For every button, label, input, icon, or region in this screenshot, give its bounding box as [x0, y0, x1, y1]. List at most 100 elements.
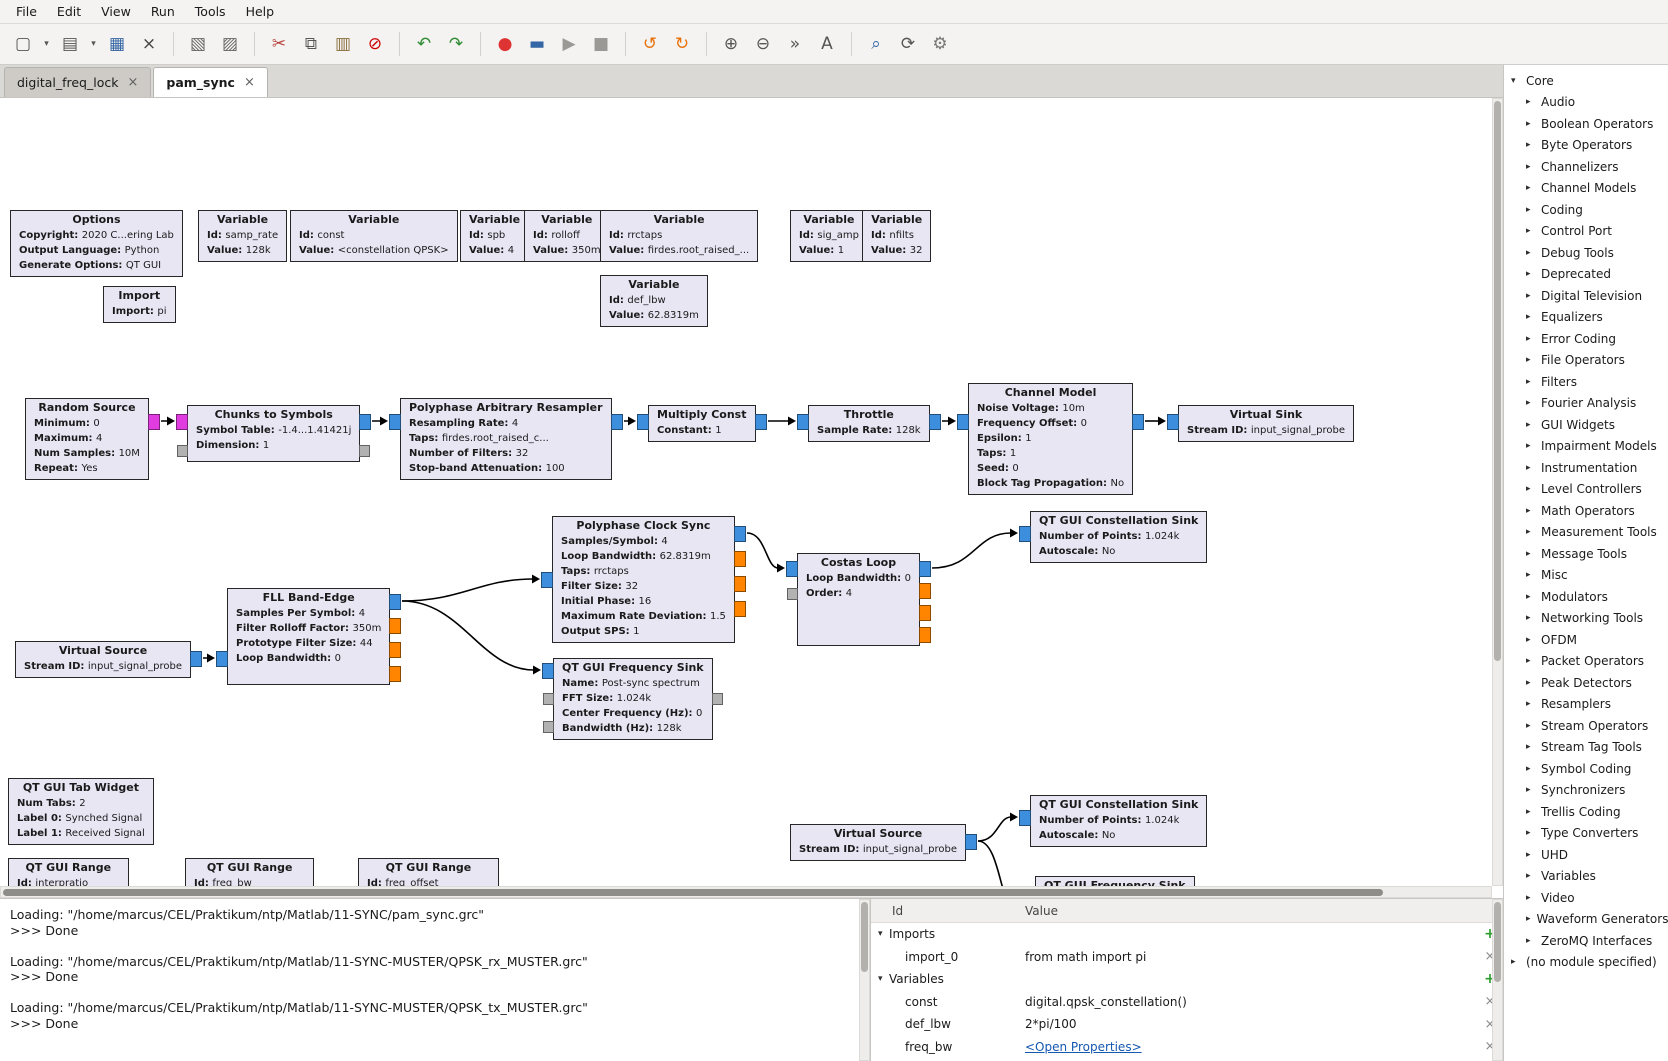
- block-multiply_const[interactable]: Multiply ConstConstant: 1: [648, 405, 756, 442]
- menu-view[interactable]: View: [91, 1, 141, 22]
- block-qt_freq_sink_1[interactable]: QT GUI Frequency SinkName: Post-sync spe…: [553, 658, 713, 740]
- block-var_rrctaps[interactable]: VariableId: rrctapsValue: firdes.root_ra…: [600, 210, 758, 262]
- palette-category-channel-models[interactable]: ▸Channel Models: [1504, 178, 1668, 200]
- block-qt_range_freq_offset[interactable]: QT GUI RangeId: freq_offsetLabel: Freque…: [358, 858, 499, 886]
- variable-panel-scrollbar[interactable]: [1492, 899, 1503, 1061]
- stream-port[interactable]: [1132, 414, 1144, 430]
- tab-pam-sync[interactable]: pam_sync×: [153, 67, 267, 97]
- palette-category-variables[interactable]: ▸Variables: [1504, 866, 1668, 888]
- stream-port[interactable]: [734, 526, 746, 542]
- rotate-cw-button[interactable]: ↻: [667, 29, 697, 59]
- block-channel_model[interactable]: Channel ModelNoise Voltage: 10mFrequency…: [968, 383, 1133, 495]
- block-var_def_lbw[interactable]: VariableId: def_lbwValue: 62.8319m: [600, 275, 708, 327]
- block-options[interactable]: OptionsCopyright: 2020 C...ering LabOutp…: [10, 210, 183, 277]
- palette-category-stream-tag-tools[interactable]: ▸Stream Tag Tools: [1504, 737, 1668, 759]
- canvas-vertical-scrollbar[interactable]: [1492, 98, 1503, 886]
- canvas-horizontal-scrollbar[interactable]: [0, 886, 1492, 898]
- block-import0[interactable]: ImportImport: pi: [103, 286, 176, 323]
- close-button[interactable]: ×: [134, 29, 164, 59]
- stream-port[interactable]: [1019, 526, 1031, 542]
- block-pfb_arb_resampler[interactable]: Polyphase Arbitrary ResamplerResampling …: [400, 398, 612, 480]
- new-flowgraph-dropdown[interactable]: ▾: [40, 29, 53, 59]
- scrollbar-thumb[interactable]: [1494, 101, 1501, 661]
- palette-category-gui-widgets[interactable]: ▸GUI Widgets: [1504, 414, 1668, 436]
- block-throttle[interactable]: ThrottleSample Rate: 128k: [808, 405, 930, 442]
- message-port[interactable]: [787, 588, 798, 600]
- palette-category-uhd[interactable]: ▸UHD: [1504, 844, 1668, 866]
- palette-category-video[interactable]: ▸Video: [1504, 887, 1668, 909]
- find-block-button[interactable]: ⌕: [861, 29, 891, 59]
- block-var_rolloff[interactable]: VariableId: rolloffValue: 350m: [524, 210, 610, 262]
- block-qt_range_freq_bw[interactable]: QT GUI RangeId: freq_bwLabel: FLL Bandwi…: [185, 858, 314, 886]
- console-scrollbar[interactable]: [859, 899, 870, 1061]
- new-flowgraph-button[interactable]: ▢: [8, 29, 38, 59]
- palette-category-stream-operators[interactable]: ▸Stream Operators: [1504, 715, 1668, 737]
- open-flowgraph-dropdown[interactable]: ▾: [87, 29, 100, 59]
- stream-port[interactable]: [797, 414, 809, 430]
- message-port[interactable]: [543, 693, 554, 705]
- palette-category-filters[interactable]: ▸Filters: [1504, 371, 1668, 393]
- menu-file[interactable]: File: [6, 1, 47, 22]
- palette-category-debug-tools[interactable]: ▸Debug Tools: [1504, 242, 1668, 264]
- rotate-ccw-button[interactable]: ↺: [635, 29, 665, 59]
- palette-category-peak-detectors[interactable]: ▸Peak Detectors: [1504, 672, 1668, 694]
- palette-category-channelizers[interactable]: ▸Channelizers: [1504, 156, 1668, 178]
- block-var_const[interactable]: VariableId: constValue: <constellation Q…: [290, 210, 458, 262]
- stream-port[interactable]: [389, 618, 401, 634]
- open-flowgraph-button[interactable]: ▤: [55, 29, 85, 59]
- tab-close-icon[interactable]: ×: [244, 75, 255, 90]
- block-qt_const_sink_1[interactable]: QT GUI Constellation SinkNumber of Point…: [1030, 511, 1207, 563]
- stream-port[interactable]: [216, 651, 228, 667]
- open-properties-link[interactable]: <Open Properties>: [1025, 1040, 1477, 1054]
- block-pfb_clock_sync[interactable]: Polyphase Clock SyncSamples/Symbol: 4Loo…: [552, 516, 735, 643]
- copy-button[interactable]: ⧉: [296, 29, 326, 59]
- undo-button[interactable]: ↶: [409, 29, 439, 59]
- palette-category-byte-operators[interactable]: ▸Byte Operators: [1504, 135, 1668, 157]
- message-port[interactable]: [712, 693, 723, 705]
- palette-category-packet-operators[interactable]: ▸Packet Operators: [1504, 651, 1668, 673]
- redo-button[interactable]: ↷: [441, 29, 471, 59]
- palette-category-deprecated[interactable]: ▸Deprecated: [1504, 264, 1668, 286]
- block-random_source[interactable]: Random SourceMinimum: 0Maximum: 4Num Sam…: [25, 398, 149, 480]
- stream-port[interactable]: [734, 551, 746, 567]
- stream-port[interactable]: [359, 414, 371, 430]
- block-qt_freq_sink_2[interactable]: QT GUI Frequency SinkName: Received spec…: [1035, 876, 1195, 886]
- stream-port[interactable]: [734, 576, 746, 592]
- connection[interactable]: [747, 533, 778, 568]
- palette-category-waveform-generators[interactable]: ▸Waveform Generators: [1504, 909, 1668, 931]
- menu-edit[interactable]: Edit: [47, 1, 91, 22]
- palette-category-digital-television[interactable]: ▸Digital Television: [1504, 285, 1668, 307]
- menu-run[interactable]: Run: [141, 1, 185, 22]
- stream-port[interactable]: [541, 572, 553, 588]
- palette-category-boolean-operators[interactable]: ▸Boolean Operators: [1504, 113, 1668, 135]
- palette-category-no-module-specified[interactable]: ▸(no module specified): [1504, 952, 1668, 974]
- palette-category-trellis-coding[interactable]: ▸Trellis Coding: [1504, 801, 1668, 823]
- open-hier-button[interactable]: ⚙: [925, 29, 955, 59]
- palette-category-synchronizers[interactable]: ▸Synchronizers: [1504, 780, 1668, 802]
- connection[interactable]: [402, 579, 533, 601]
- stream-port[interactable]: [148, 414, 160, 430]
- zoom-out-button[interactable]: ⊖: [748, 29, 778, 59]
- delete-button[interactable]: ⊘: [360, 29, 390, 59]
- paste-button[interactable]: ▥: [328, 29, 358, 59]
- palette-category-networking-tools[interactable]: ▸Networking Tools: [1504, 608, 1668, 630]
- stream-port[interactable]: [389, 594, 401, 610]
- stream-port[interactable]: [389, 414, 401, 430]
- stream-port[interactable]: [176, 414, 188, 430]
- block-fll_band_edge[interactable]: FLL Band-EdgeSamples Per Symbol: 4Filter…: [227, 588, 390, 685]
- scrollbar-thumb[interactable]: [861, 902, 868, 972]
- variable-row[interactable]: constdigital.qpsk_constellation()×: [871, 991, 1503, 1014]
- stream-port[interactable]: [611, 414, 623, 430]
- block-var_nfilts[interactable]: VariableId: nfiltsValue: 32: [862, 210, 931, 262]
- stream-port[interactable]: [389, 642, 401, 658]
- message-port[interactable]: [177, 445, 188, 457]
- palette-category-error-coding[interactable]: ▸Error Coding: [1504, 328, 1668, 350]
- message-port[interactable]: [359, 445, 370, 457]
- save-button[interactable]: ▦: [102, 29, 132, 59]
- palette-category-impairment-models[interactable]: ▸Impairment Models: [1504, 436, 1668, 458]
- palette-category-level-controllers[interactable]: ▸Level Controllers: [1504, 479, 1668, 501]
- block-var_spb[interactable]: VariableId: spbValue: 4: [460, 210, 529, 262]
- variable-row[interactable]: def_lbw2*pi/100×: [871, 1013, 1503, 1036]
- snap-to-grid-button[interactable]: A: [812, 29, 842, 59]
- stream-port[interactable]: [190, 651, 202, 667]
